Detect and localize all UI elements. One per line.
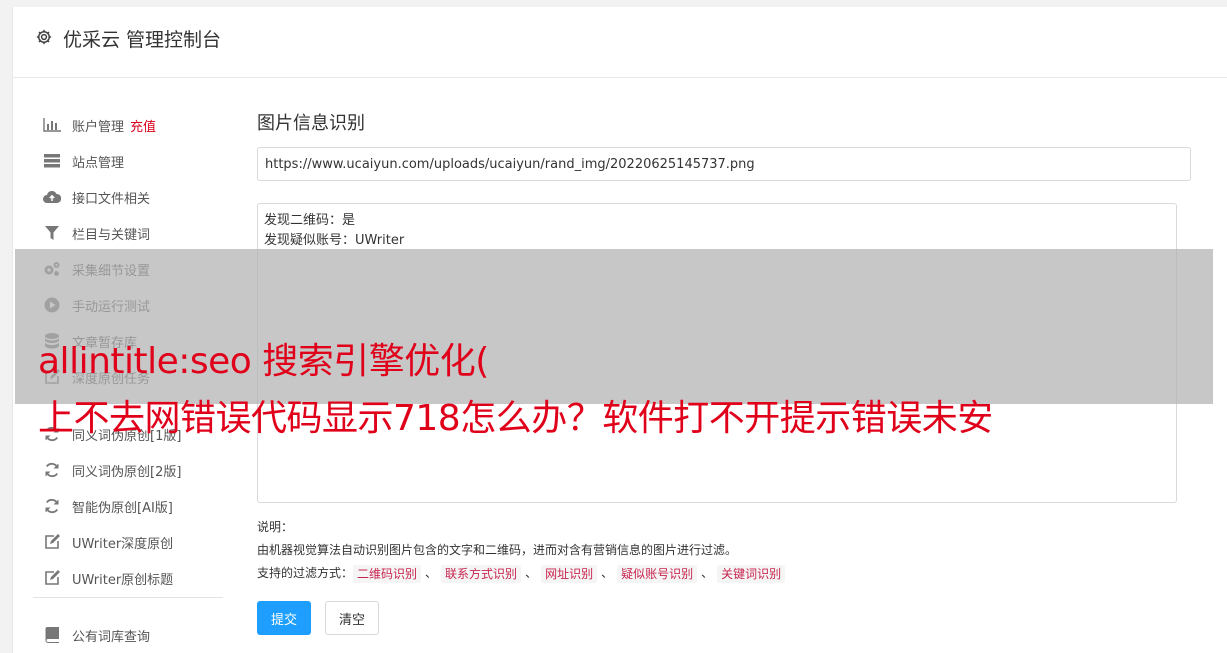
cloud-upload-icon — [43, 189, 61, 205]
tag-separator: 、 — [601, 566, 614, 580]
sidebar-item-label: UWriter原创标题 — [72, 572, 174, 588]
description-text: 由机器视觉算法自动识别图片包含的文字和二维码，进而对含有营销信息的图片进行过滤。 — [257, 543, 738, 557]
sidebar-item-label: 同义词伪原创[2版] — [72, 464, 182, 480]
sidebar-item-1[interactable]: 站点管理 — [43, 151, 124, 171]
filter-tag-account: 疑似账号识别 — [617, 564, 698, 583]
sidebar-item-12[interactable]: UWriter原创标题 — [43, 568, 173, 588]
overlay-line-2: 上不去网错误代码显示718怎么办？软件打不开提示错误未安 — [38, 398, 993, 439]
overlay-line-1: allintitle:seo 搜索引擎优化( — [38, 341, 489, 382]
sidebar-item-label: 站点管理 — [72, 155, 125, 171]
sidebar-item-label: 智能伪原创[AI版] — [72, 500, 173, 516]
sidebar-item-3[interactable]: 栏目与关键词 — [43, 223, 150, 243]
filter-label: 支持的过滤方式： — [257, 566, 354, 580]
sidebar-item-label: 栏目与关键词 — [72, 227, 151, 243]
tag-separator: 、 — [425, 566, 438, 580]
clear-button[interactable]: 清空 — [325, 601, 379, 635]
description-block: 说明： 由机器视觉算法自动识别图片包含的文字和二维码，进而对含有营销信息的图片进… — [257, 516, 786, 585]
bar-chart-icon — [43, 117, 61, 133]
sidebar-item-label: 接口文件相关 — [72, 191, 151, 207]
section-title: 图片信息识别 — [257, 113, 365, 134]
sidebar-item-11[interactable]: UWriter深度原创 — [43, 532, 173, 552]
filter-tag-qrcode: 二维码识别 — [353, 564, 422, 583]
recharge-link[interactable]: 充值 — [130, 116, 156, 135]
sidebar-item-label: 公有词库查询 — [72, 629, 151, 645]
sidebar-item-0[interactable]: 账户管理 充值 — [43, 115, 156, 135]
filter-icon — [43, 225, 61, 241]
edit-icon — [43, 534, 61, 550]
sidebar-divider — [33, 597, 223, 598]
filter-tag-keyword: 关键词识别 — [717, 564, 786, 583]
filter-tag-url: 网址识别 — [541, 564, 598, 583]
page-title: 优采云 管理控制台 — [63, 29, 222, 51]
tag-separator: 、 — [525, 566, 538, 580]
sidebar-item-10[interactable]: 智能伪原创[AI版] — [43, 496, 173, 516]
filter-tag-contact: 联系方式识别 — [441, 564, 522, 583]
refresh-icon — [43, 462, 61, 478]
edit-icon — [43, 570, 61, 586]
sidebar-item-2[interactable]: 接口文件相关 — [43, 187, 150, 207]
gear-icon — [35, 28, 53, 46]
server-icon — [43, 153, 61, 169]
sidebar-item-9[interactable]: 同义词伪原创[2版] — [43, 460, 181, 480]
book-icon — [43, 627, 61, 643]
submit-button[interactable]: 提交 — [257, 601, 311, 635]
page-header: 优采云 管理控制台 — [13, 7, 1227, 78]
filter-methods: 支持的过滤方式： 二维码识别 、 联系方式识别 、 网址识别 、 疑似账号识别 … — [257, 562, 786, 585]
tag-separator: 、 — [701, 566, 714, 580]
description-label: 说明： — [257, 520, 294, 534]
sidebar-item-label: UWriter深度原创 — [72, 536, 174, 552]
sidebar-item-13[interactable]: 公有词库查询 — [43, 625, 150, 645]
sidebar-item-label: 账户管理 — [72, 119, 125, 135]
image-url-input[interactable] — [257, 147, 1191, 181]
refresh-icon — [43, 498, 61, 514]
